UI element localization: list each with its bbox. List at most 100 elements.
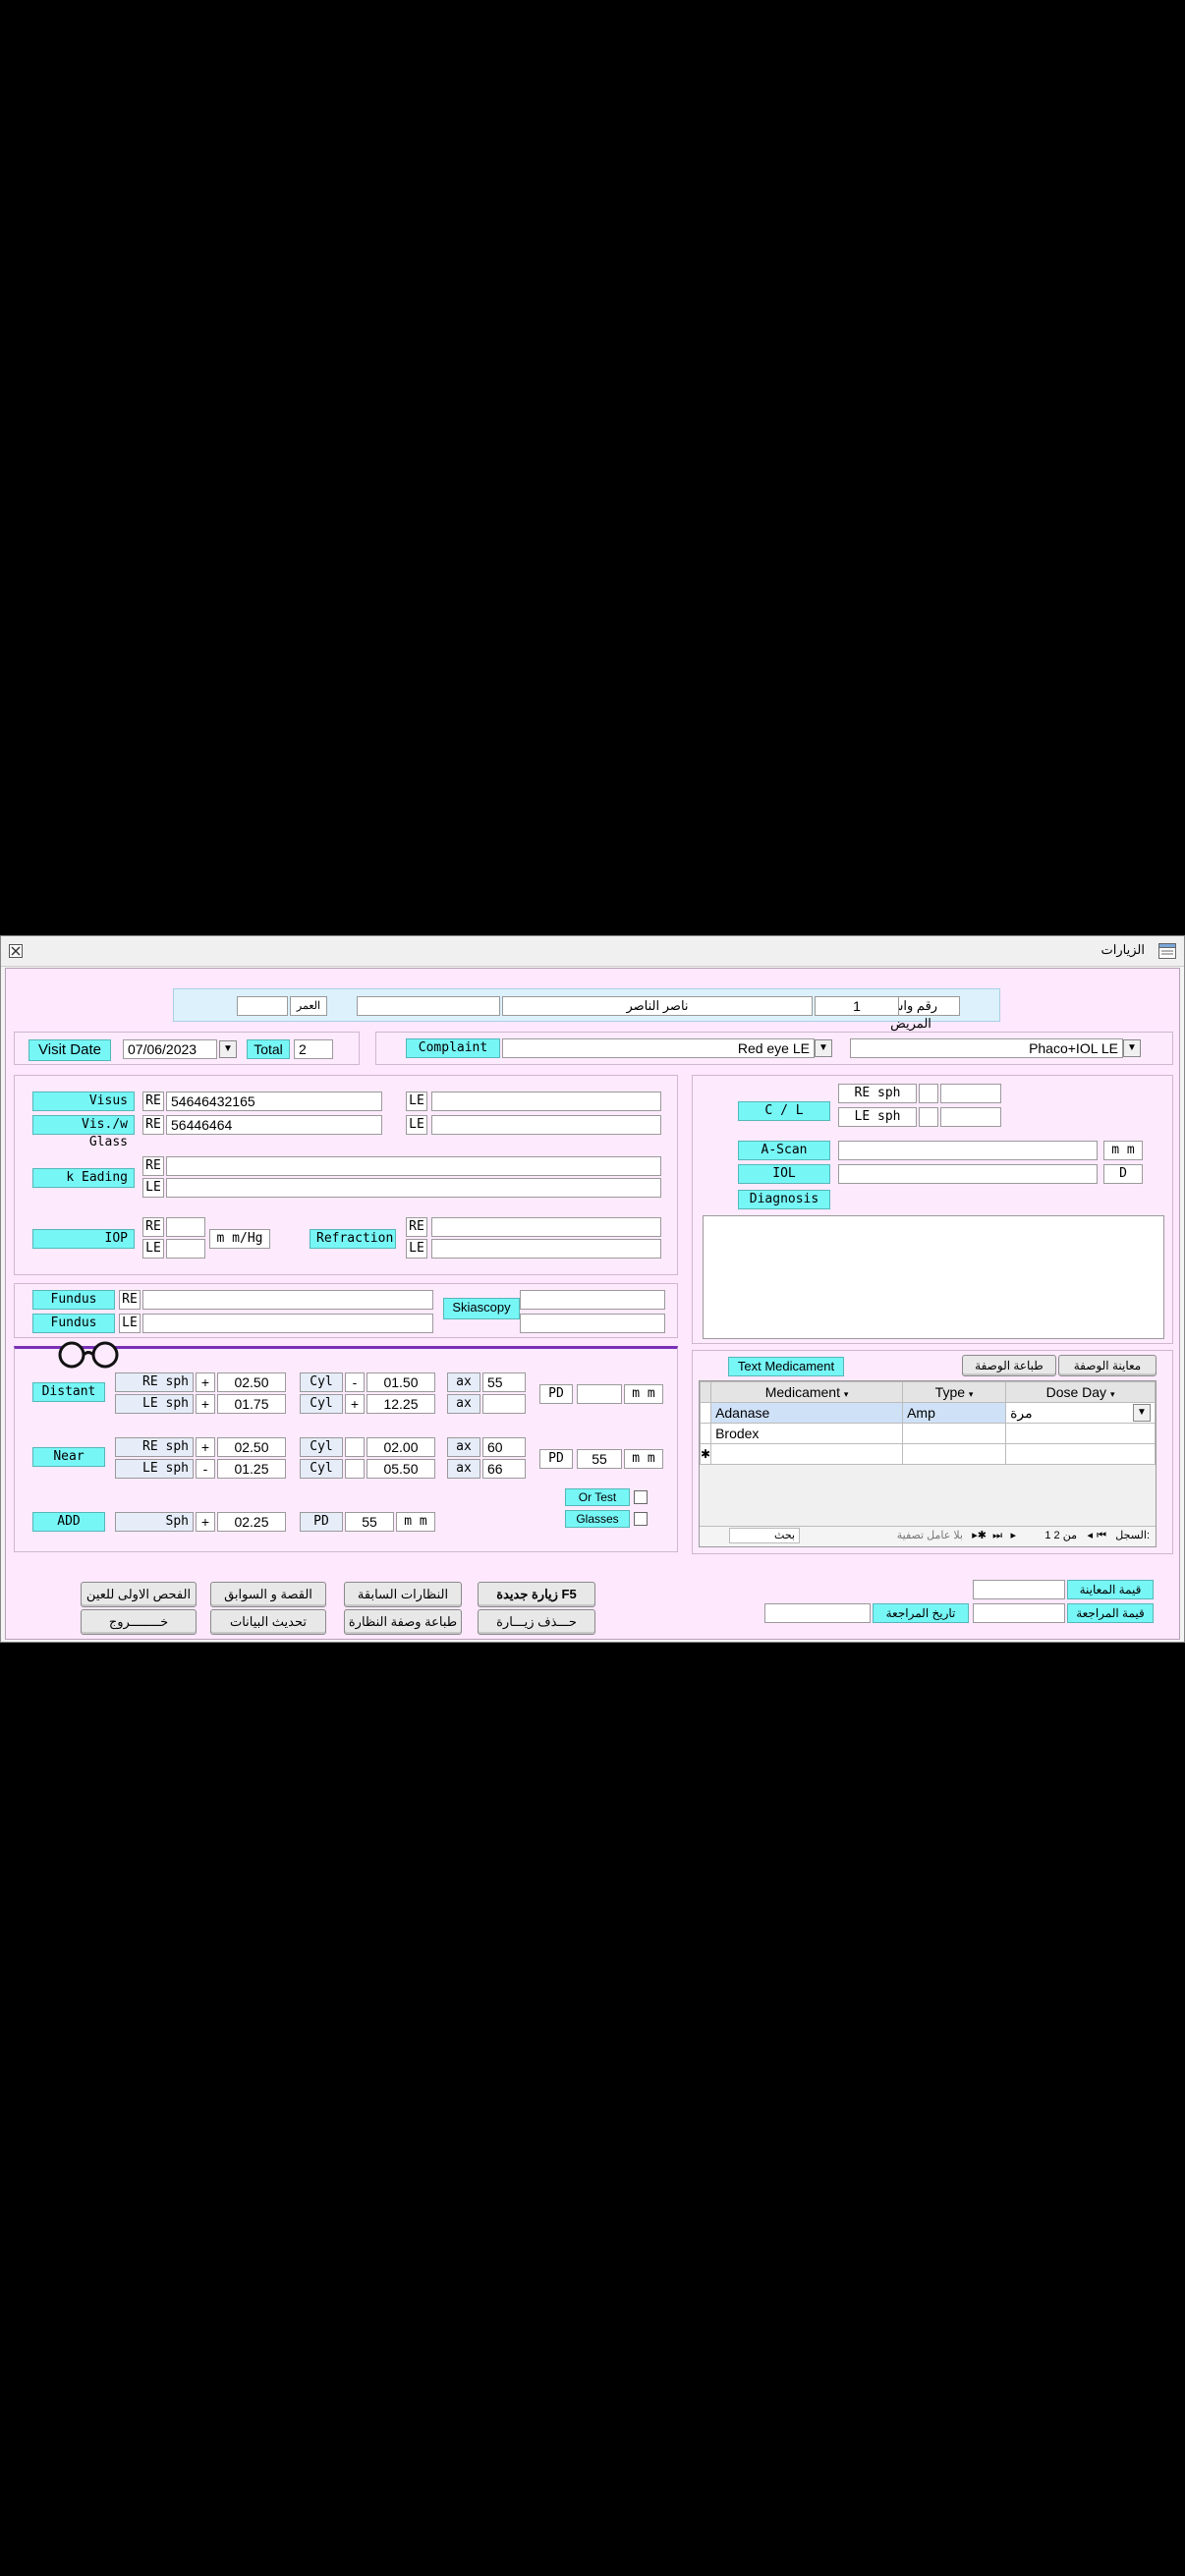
age-field[interactable] — [237, 996, 288, 1016]
nav-next-icon[interactable]: ▸ — [1010, 1527, 1016, 1544]
near-le-ax-field[interactable]: 66 — [482, 1459, 526, 1479]
near-re-cyl-sign[interactable] — [345, 1437, 365, 1457]
distant-pd-field[interactable] — [577, 1384, 622, 1404]
glass-le-field[interactable] — [431, 1115, 661, 1135]
med-name[interactable]: Adanase — [710, 1402, 904, 1424]
iop-le-field[interactable] — [166, 1239, 205, 1259]
header-dose-day[interactable]: Dose Day ▾ — [1005, 1381, 1156, 1403]
distant-re-cyl-sign[interactable]: - — [345, 1372, 365, 1392]
or-test-checkbox[interactable] — [634, 1490, 648, 1504]
table-row[interactable]: Adanase Amp مرة ▼ — [699, 1402, 1156, 1424]
first-exam-button[interactable]: الفحص الاولى للعين — [81, 1582, 197, 1607]
cl-le-sph-field[interactable] — [940, 1107, 1001, 1127]
near-re-ax-field[interactable]: 60 — [482, 1437, 526, 1457]
near-re-cyl-field[interactable]: 02.00 — [367, 1437, 435, 1457]
med-type[interactable] — [902, 1423, 1007, 1444]
header-type[interactable]: Type ▾ — [902, 1381, 1007, 1403]
nav-last-icon[interactable]: ⏭ — [992, 1527, 1002, 1544]
add-label: ADD — [32, 1512, 105, 1532]
refresh-button[interactable]: تحديث البيانات — [210, 1609, 326, 1635]
distant-le-sph-tag: LE sph — [115, 1394, 194, 1414]
complaint-field[interactable]: Red eye LE — [502, 1038, 815, 1058]
distant-re-cyl-field[interactable]: 01.50 — [367, 1372, 435, 1392]
review-date-field[interactable] — [764, 1603, 871, 1623]
cl-re-sph-field[interactable] — [940, 1084, 1001, 1103]
med-dose[interactable]: مرة ▼ — [1005, 1402, 1156, 1424]
form-icon — [1158, 943, 1176, 959]
distant-re-sph-field[interactable]: 02.50 — [217, 1372, 286, 1392]
complaint2-field[interactable]: Phaco+IOL LE — [850, 1038, 1123, 1058]
cl-le-sign[interactable] — [919, 1107, 938, 1127]
k-re-tag: RE — [142, 1156, 164, 1176]
distant-le-ax-field[interactable] — [482, 1394, 526, 1414]
record-label: السجل: — [1115, 1530, 1150, 1541]
glasses-checkbox[interactable] — [634, 1512, 648, 1526]
diagnosis-textarea[interactable] — [703, 1215, 1164, 1339]
near-pd-field[interactable]: 55 — [577, 1449, 622, 1469]
skiascopy-re-field[interactable] — [520, 1290, 665, 1310]
cl-re-sign[interactable] — [919, 1084, 938, 1103]
near-re-sign[interactable]: + — [196, 1437, 215, 1457]
distant-re-sign[interactable]: + — [196, 1372, 215, 1392]
near-re-sph-field[interactable]: 02.50 — [217, 1437, 286, 1457]
refr-le-field[interactable] — [431, 1239, 661, 1259]
med-name[interactable]: Brodex — [710, 1423, 904, 1444]
near-le-sph-tag: LE sph — [115, 1459, 194, 1479]
visus-re-field[interactable]: 54646432165 — [166, 1092, 382, 1111]
skiascopy-le-field[interactable] — [520, 1314, 665, 1333]
total-field[interactable]: 2 — [294, 1039, 333, 1059]
iol-field[interactable] — [838, 1164, 1098, 1184]
distant-le-cyl-sign[interactable]: + — [345, 1394, 365, 1414]
previous-glasses-button[interactable]: النظارات السابقة — [344, 1582, 462, 1607]
new-visit-button[interactable]: زيارة جديدة F5 — [478, 1582, 595, 1607]
nav-prev-icon[interactable]: ◂ — [1087, 1527, 1093, 1544]
k-re-field[interactable] — [166, 1156, 661, 1176]
new-row[interactable]: ✱ — [699, 1443, 1156, 1465]
k-le-field[interactable] — [166, 1178, 661, 1198]
add-sign[interactable]: + — [196, 1512, 215, 1532]
distant-le-cyl-field[interactable]: 12.25 — [367, 1394, 435, 1414]
fundus-le-field[interactable] — [142, 1314, 433, 1333]
distant-re-ax-field[interactable]: 55 — [482, 1372, 526, 1392]
no-filter-label[interactable]: بلا عامل تصفية — [897, 1527, 963, 1544]
fundus-re-field[interactable] — [142, 1290, 433, 1310]
visit-date-dropdown[interactable]: ▼ — [219, 1040, 237, 1058]
search-field[interactable]: بحث — [729, 1528, 800, 1543]
glass-re-field[interactable]: 56446464 — [166, 1115, 382, 1135]
complaint2-dropdown[interactable]: ▼ — [1123, 1039, 1141, 1057]
complaint-dropdown[interactable]: ▼ — [815, 1039, 832, 1057]
nav-new-icon[interactable]: ▸✱ — [972, 1527, 987, 1544]
print-glasses-button[interactable]: طباعة وصفة النظارة — [344, 1609, 462, 1635]
visus-le-field[interactable] — [431, 1092, 661, 1111]
near-le-sign[interactable]: - — [196, 1459, 215, 1479]
nav-first-icon[interactable]: ⏮ — [1097, 1527, 1106, 1544]
table-row[interactable]: Brodex — [699, 1423, 1156, 1444]
distant-le-sph-field[interactable]: 01.75 — [217, 1394, 286, 1414]
refr-re-field[interactable] — [431, 1217, 661, 1237]
print-prescription-button[interactable]: طباعة الوصفة — [962, 1355, 1056, 1376]
history-button[interactable]: القصة و السوابق — [210, 1582, 326, 1607]
add-sph-field[interactable]: 02.25 — [217, 1512, 286, 1532]
delete-visit-button[interactable]: حـــذف زيـــارة — [478, 1609, 595, 1635]
near-le-cyl-field[interactable]: 05.50 — [367, 1459, 435, 1479]
patient-number-field[interactable]: 1 — [815, 996, 899, 1016]
header-medicament[interactable]: Medicament ▾ — [710, 1381, 904, 1403]
near-le-cyl-sign[interactable] — [345, 1459, 365, 1479]
patient-name-field[interactable]: ناصر الناصر — [502, 996, 813, 1016]
patient-extra-field[interactable] — [357, 996, 500, 1016]
exit-button[interactable]: خــــــــروج — [81, 1609, 197, 1635]
ascan-field[interactable] — [838, 1141, 1098, 1160]
iop-re-tag: RE — [142, 1217, 164, 1237]
med-type[interactable]: Amp — [902, 1402, 1007, 1424]
preview-prescription-button[interactable]: معاينة الوصفة — [1058, 1355, 1157, 1376]
add-pd-field[interactable]: 55 — [345, 1512, 394, 1532]
review-value-field[interactable] — [973, 1603, 1065, 1623]
near-le-sph-field[interactable]: 01.25 — [217, 1459, 286, 1479]
iop-re-field[interactable] — [166, 1217, 205, 1237]
med-dose[interactable] — [1005, 1423, 1156, 1444]
close-icon[interactable] — [9, 944, 23, 958]
visit-date-field[interactable]: 07/06/2023 — [123, 1039, 217, 1059]
dose-dropdown[interactable]: ▼ — [1133, 1404, 1151, 1422]
exam-value-field[interactable] — [973, 1580, 1065, 1599]
distant-le-sign[interactable]: + — [196, 1394, 215, 1414]
